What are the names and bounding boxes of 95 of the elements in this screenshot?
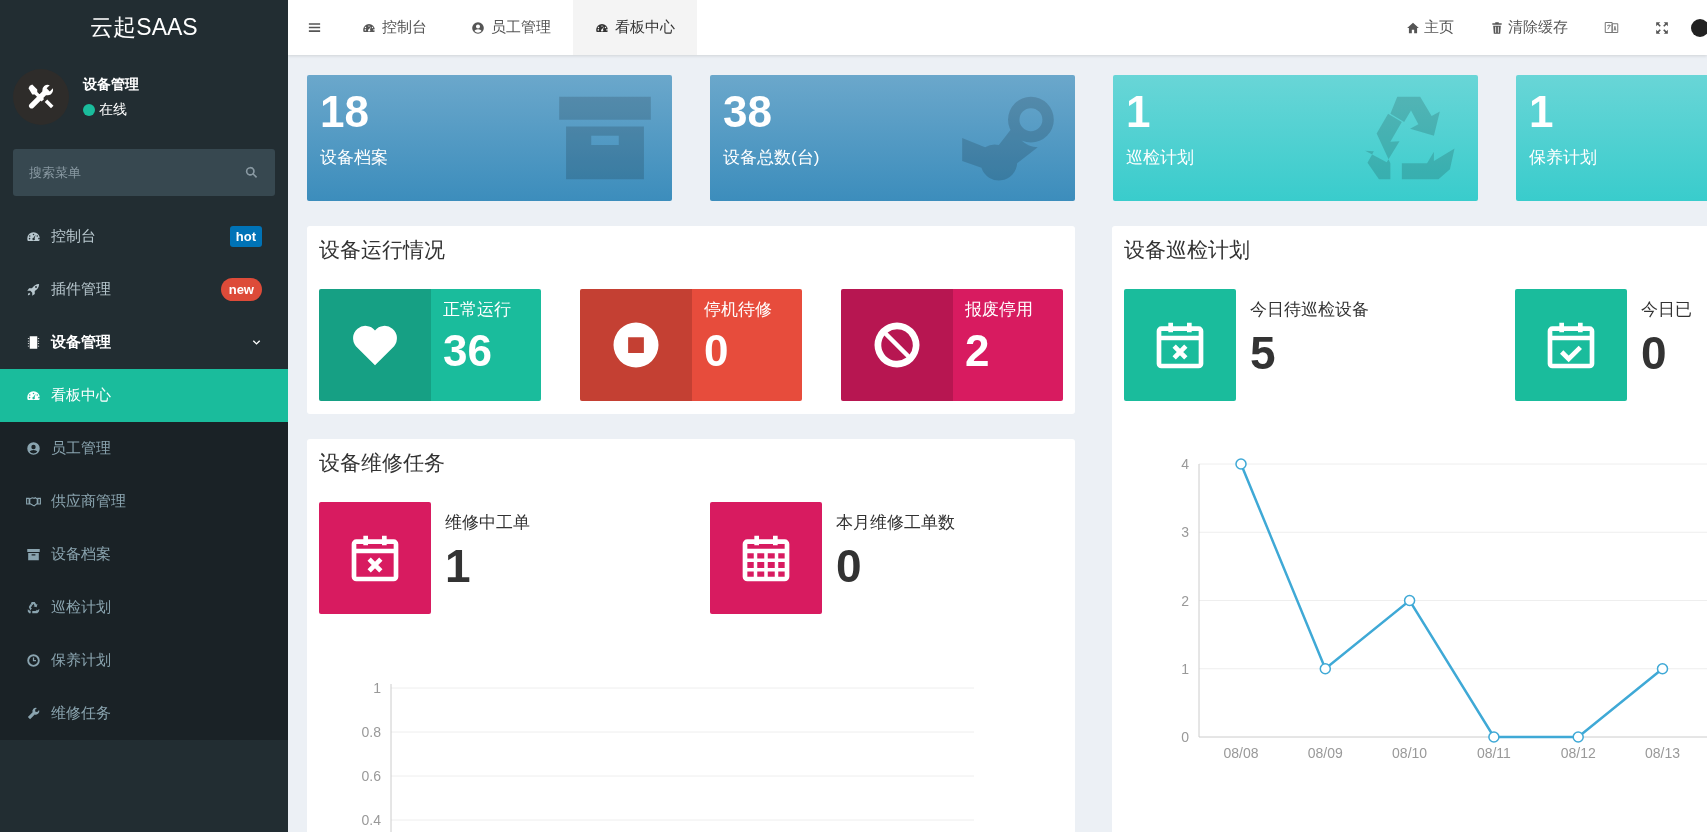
data-point	[1403, 594, 1416, 607]
info-value: 0	[1641, 325, 1668, 381]
stat-label: 巡检计划	[1126, 147, 1195, 169]
data-point	[1235, 458, 1247, 470]
info-value: 5	[1250, 325, 1277, 381]
stat-label: 设备档案	[320, 147, 389, 169]
status-value: 0	[704, 324, 730, 377]
x-tick-label: 08/10	[1392, 745, 1428, 761]
sidebar-item[interactable]: 设备管理	[0, 316, 288, 369]
info-label: 今日已	[1641, 299, 1692, 321]
data-point	[1656, 663, 1669, 675]
panel-title: 设备巡检计划	[1124, 237, 1251, 263]
panel-title: 设备运行情况	[319, 237, 446, 263]
sidebar-subitem[interactable]: 维修任务	[0, 687, 288, 740]
user-icon	[26, 441, 41, 456]
status-label: 正常运行	[443, 299, 511, 321]
info-label: 本月维修工单数	[836, 512, 955, 534]
chip-icon	[26, 335, 41, 350]
home-icon	[1406, 20, 1420, 35]
y-tick-label: 0.6	[361, 768, 381, 784]
panel-title: 设备维修任务	[319, 450, 446, 476]
recycle-icon	[26, 600, 41, 615]
user-icon	[471, 20, 485, 35]
info-value: 0	[836, 538, 863, 594]
menu-label: 设备档案	[51, 544, 111, 565]
app-logo: 云起SAAS	[90, 13, 198, 43]
x-tick-label: 08/09	[1307, 745, 1343, 761]
gauge-icon	[26, 388, 41, 403]
menu-label: 维修任务	[51, 703, 111, 724]
stat-value: 1	[1529, 86, 1555, 138]
menu-label: 设备管理	[51, 332, 112, 353]
nav-tab[interactable]: 员工管理	[449, 0, 573, 55]
tools-icon	[26, 82, 56, 112]
nav-tab[interactable]: 看板中心	[573, 0, 697, 55]
expand-icon	[1655, 20, 1669, 35]
y-tick-label: 1	[1181, 660, 1189, 677]
archive-icon	[26, 547, 41, 562]
user-avatar[interactable]	[1691, 18, 1707, 37]
wrench-icon	[26, 706, 41, 721]
status-value: 36	[443, 324, 493, 377]
clock-icon	[26, 653, 41, 668]
stat-label: 保养计划	[1529, 147, 1598, 169]
menu-badge: hot	[229, 225, 262, 248]
info-label: 维修中工单	[445, 512, 530, 534]
status-value: 2	[965, 324, 991, 377]
menu-label: 插件管理	[51, 279, 112, 300]
user-status: 在线	[99, 100, 127, 119]
translate-icon	[1604, 20, 1619, 35]
search-icon[interactable]	[244, 165, 259, 180]
menu-icon	[306, 20, 322, 35]
status-label: 报废停用	[965, 299, 1033, 321]
x-tick-label: 08/12	[1560, 745, 1596, 761]
menu-badge: new	[220, 277, 262, 302]
header-link[interactable]: 主页	[1388, 0, 1472, 55]
menu-label: 控制台	[51, 226, 97, 247]
info-label: 今日待巡检设备	[1250, 299, 1369, 321]
stat-value: 38	[723, 86, 773, 138]
info-value: 1	[445, 538, 472, 594]
x-tick-label: 08/11	[1476, 745, 1511, 761]
y-tick-label: 1	[373, 680, 381, 696]
data-point	[1319, 663, 1332, 675]
sidebar-item[interactable]: 插件管理 new	[0, 263, 288, 316]
sidebar-item[interactable]: 控制台 hot	[0, 210, 288, 263]
stat-value: 18	[320, 86, 370, 138]
rocket-icon	[26, 282, 41, 297]
status-label: 停机待修	[704, 299, 772, 321]
y-tick-label: 0	[1181, 729, 1189, 745]
nav-tab[interactable]: 控制台	[340, 0, 449, 55]
search-field[interactable]: 搜索菜单	[13, 149, 275, 196]
chevron-down-icon	[251, 337, 262, 348]
menu-label: 看板中心	[51, 385, 111, 406]
menu-label: 供应商管理	[51, 491, 126, 512]
gauge-icon	[26, 229, 41, 244]
x-tick-label: 08/08	[1223, 745, 1259, 761]
sidebar-subitem[interactable]: 巡检计划	[0, 581, 288, 634]
data-point	[1572, 731, 1584, 743]
y-tick-label: 0.8	[361, 724, 381, 740]
header-link[interactable]: 清除缓存	[1472, 0, 1586, 55]
y-tick-label: 4	[1181, 456, 1189, 472]
sidebar-subitem[interactable]: 员工管理	[0, 422, 288, 475]
user-name: 设备管理	[83, 75, 139, 94]
y-tick-label: 0.4	[361, 812, 381, 828]
x-tick-label: 08/13	[1645, 745, 1680, 761]
stat-value: 1	[1126, 86, 1152, 138]
menu-label: 员工管理	[51, 438, 111, 459]
menu-label: 巡检计划	[51, 597, 111, 618]
sidebar-subitem[interactable]: 供应商管理	[0, 475, 288, 528]
y-tick-label: 2	[1181, 592, 1189, 609]
menu-label: 保养计划	[51, 650, 111, 671]
data-point	[1488, 731, 1500, 743]
sidebar-subitem[interactable]: 设备档案	[0, 528, 288, 581]
trash-icon	[1490, 20, 1504, 35]
stat-label: 设备总数(台)	[723, 147, 821, 169]
sidebar-subitem[interactable]: 保养计划	[0, 634, 288, 687]
y-tick-label: 3	[1181, 524, 1189, 541]
